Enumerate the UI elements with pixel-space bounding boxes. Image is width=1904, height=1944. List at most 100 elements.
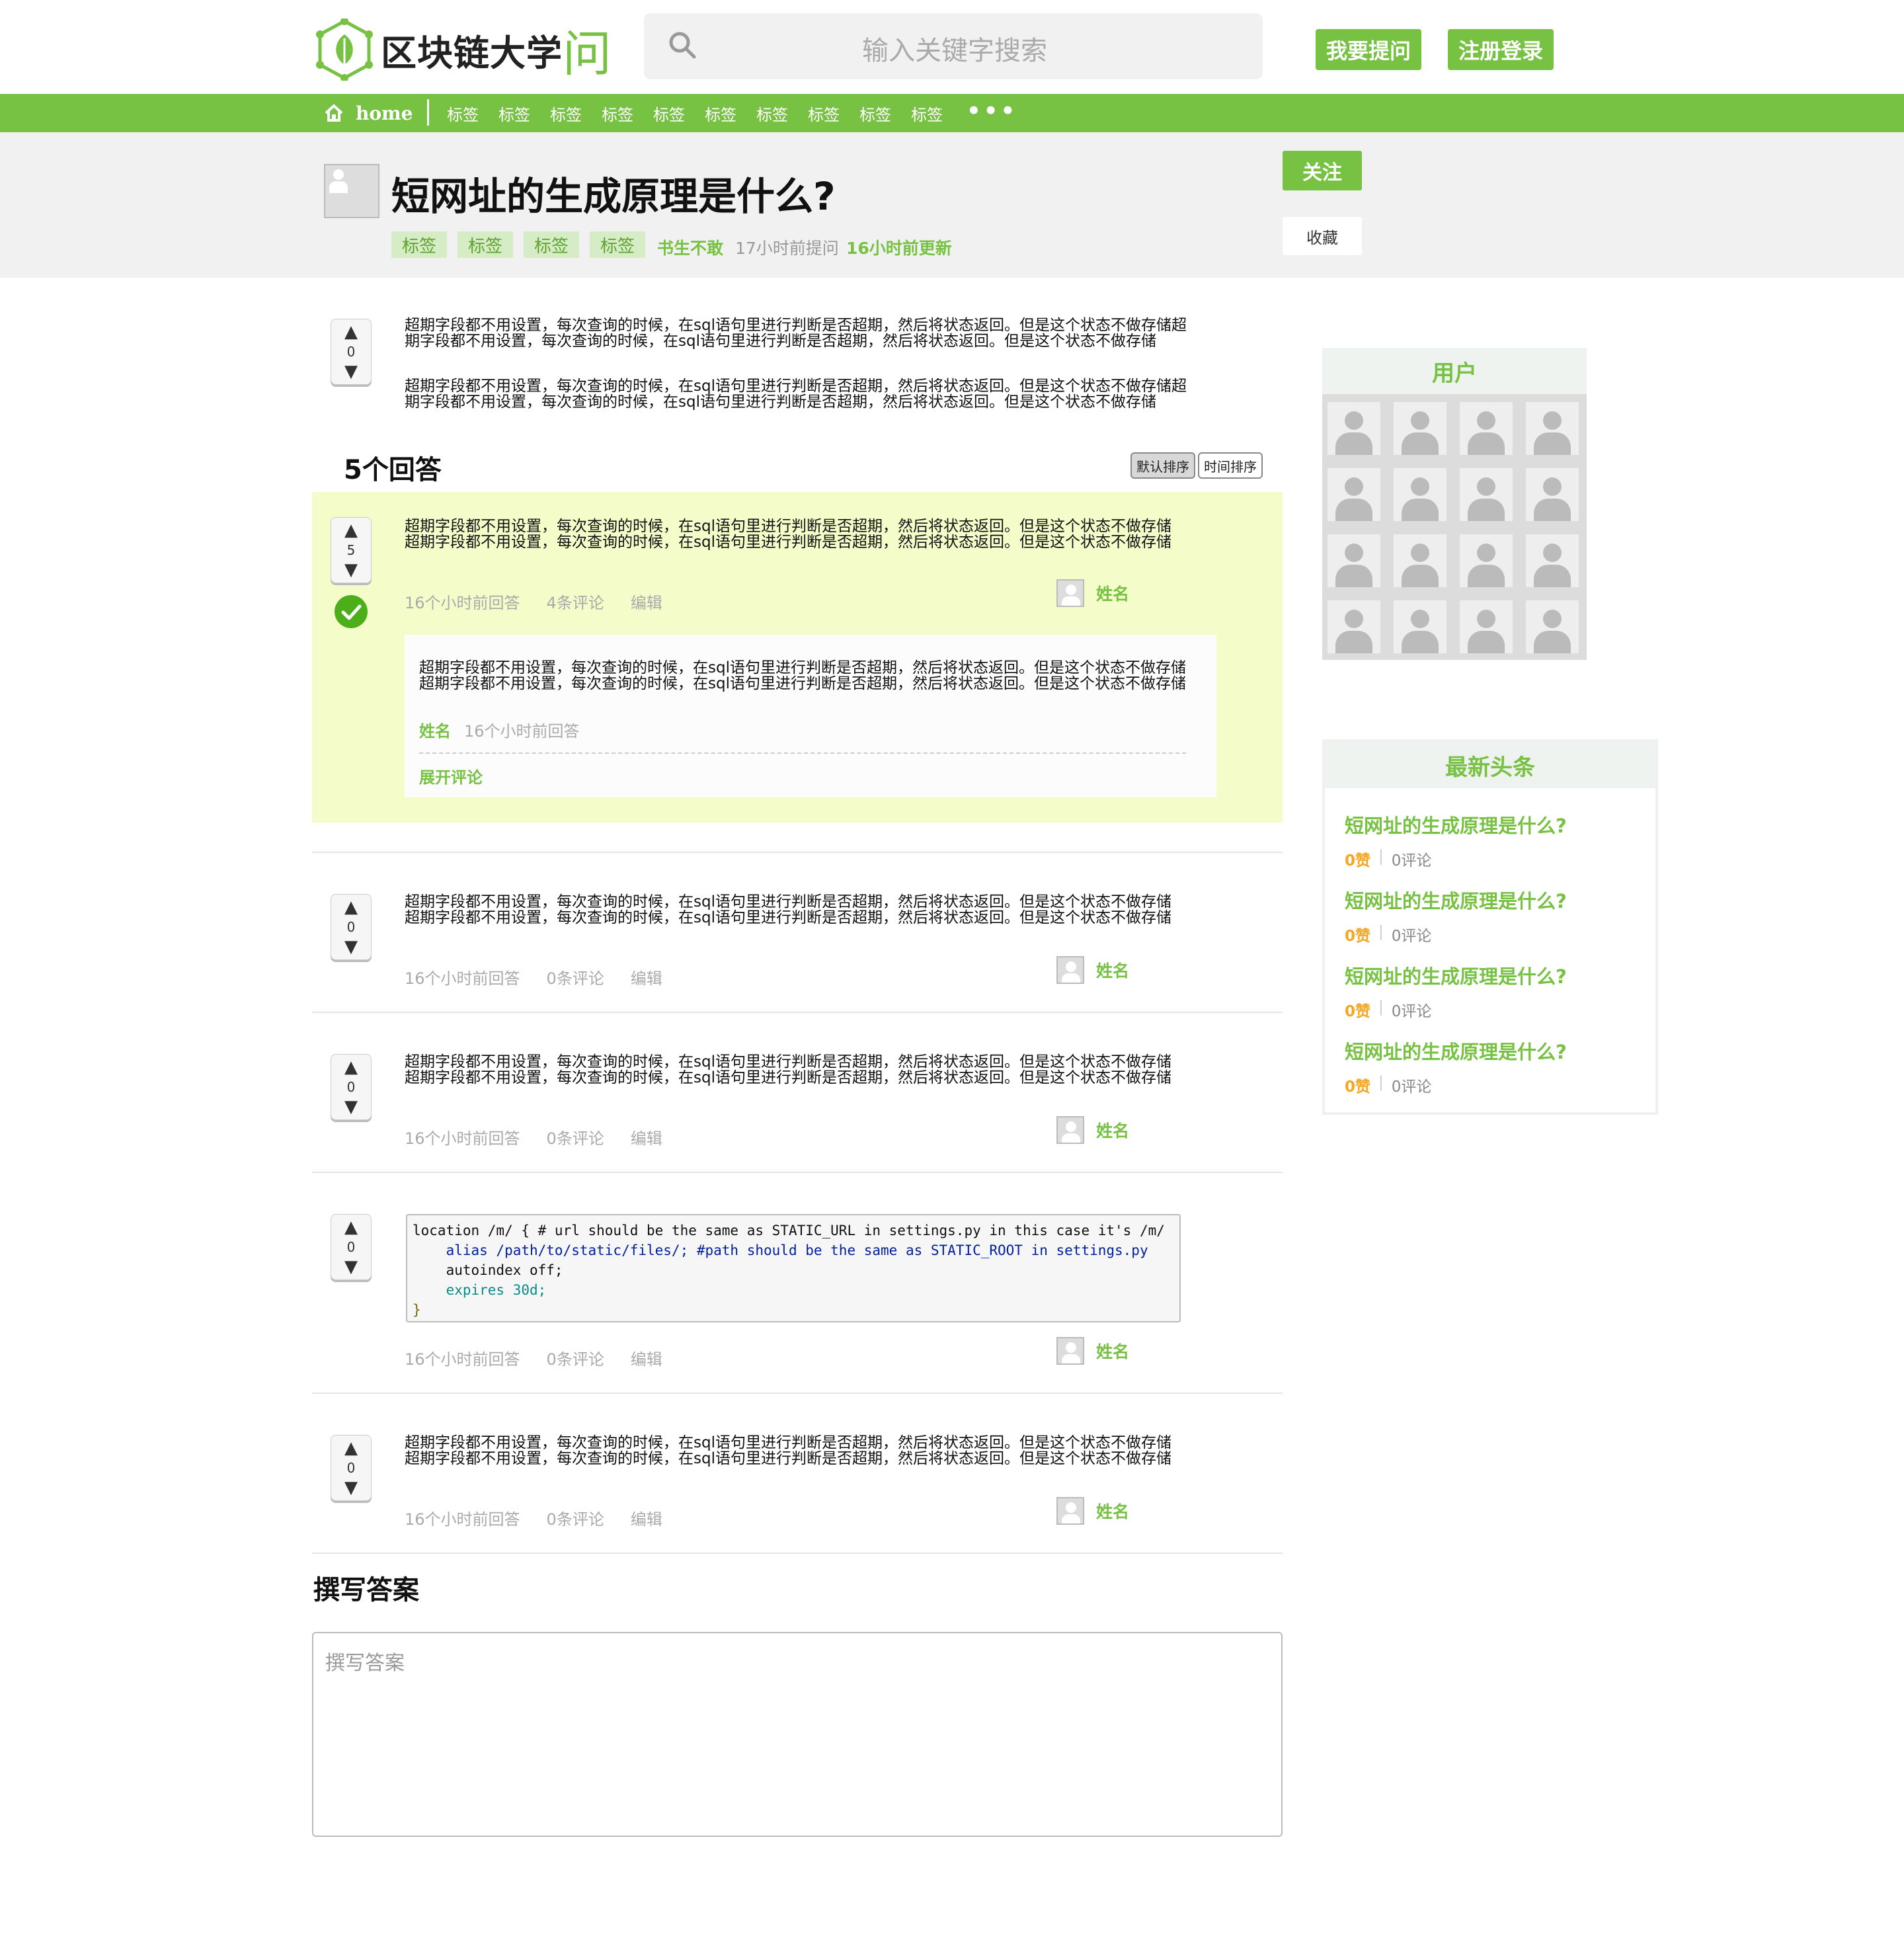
nav-tag[interactable]: 标签 [859, 102, 911, 125]
nav-tag[interactable]: 标签 [447, 102, 498, 125]
nav-tag[interactable]: 标签 [550, 102, 602, 125]
user-avatar[interactable] [1056, 1497, 1084, 1525]
user-avatar[interactable] [1526, 468, 1579, 521]
nav-divider [427, 99, 429, 126]
user-avatar[interactable] [1460, 600, 1513, 653]
user-avatar[interactable] [1394, 600, 1447, 653]
blockchain-logo-icon [316, 19, 373, 81]
user-avatar[interactable] [1328, 468, 1380, 521]
answer-user[interactable]: 姓名 [1056, 579, 1129, 607]
answer-user[interactable]: 姓名 [1056, 956, 1129, 984]
news-title-link[interactable]: 短网址的生成原理是什么? [1345, 1037, 1567, 1065]
downvote-icon[interactable]: ▼ [344, 1098, 358, 1115]
nav-home[interactable]: home [324, 94, 413, 132]
user-avatar[interactable] [1526, 534, 1579, 587]
asker-avatar[interactable] [324, 164, 379, 218]
search-input[interactable]: 输入关键字搜索 [644, 13, 1263, 79]
upvote-icon[interactable]: ▲ [344, 323, 358, 341]
question-tag[interactable]: 标签 [524, 231, 580, 258]
nav-tag[interactable]: 标签 [653, 102, 705, 125]
nav-more-button[interactable]: ••• [967, 98, 1017, 124]
upvote-icon[interactable]: ▲ [344, 899, 358, 916]
answer-comments-link[interactable]: 0条评论 [547, 1346, 604, 1369]
answer-divider [312, 1393, 1283, 1394]
answer-divider [312, 1012, 1283, 1013]
downvote-icon[interactable]: ▼ [344, 1258, 358, 1276]
user-avatar[interactable] [1328, 600, 1380, 653]
nav-tag[interactable]: 标签 [808, 102, 859, 125]
answer-user[interactable]: 姓名 [1056, 1116, 1129, 1144]
user-avatar[interactable] [1328, 534, 1380, 587]
answer-user[interactable]: 姓名 [1056, 1497, 1129, 1525]
user-name[interactable]: 姓名 [1096, 958, 1129, 982]
news-title-link[interactable]: 短网址的生成原理是什么? [1345, 886, 1567, 914]
answer-edit-link[interactable]: 编辑 [631, 1346, 662, 1369]
answer-comments-link[interactable]: 4条评论 [547, 590, 604, 613]
user-avatar[interactable] [1056, 956, 1084, 984]
upvote-icon[interactable]: ▲ [344, 522, 358, 539]
user-avatar[interactable] [1394, 468, 1447, 521]
search-icon[interactable] [668, 30, 697, 60]
news-likes: 0赞 [1345, 928, 1371, 945]
user-avatar[interactable] [1394, 402, 1447, 455]
question-tag[interactable]: 标签 [590, 231, 646, 258]
upvote-icon[interactable]: ▲ [344, 1439, 358, 1457]
follow-button[interactable]: 关注 [1283, 151, 1362, 190]
user-avatar[interactable] [1460, 468, 1513, 521]
expand-comments-link[interactable]: 展开评论 [419, 764, 483, 788]
question-author[interactable]: 书生不敢 [657, 235, 723, 259]
nav-tag[interactable]: 标签 [705, 102, 756, 125]
register-login-button[interactable]: 注册登录 [1448, 29, 1554, 70]
answer-edit-link[interactable]: 编辑 [631, 1506, 662, 1529]
answer-divider [312, 1553, 1283, 1554]
nav-tag[interactable]: 标签 [911, 102, 963, 125]
answer-edit-link[interactable]: 编辑 [631, 590, 662, 613]
answer-comments-link[interactable]: 0条评论 [547, 1125, 604, 1149]
sort-time-button[interactable]: 时间排序 [1198, 452, 1263, 479]
nav-tag[interactable]: 标签 [602, 102, 653, 125]
user-name[interactable]: 姓名 [1096, 581, 1129, 605]
user-name[interactable]: 姓名 [1096, 1499, 1129, 1523]
question-asked-time: 17小时前提问 [735, 239, 839, 258]
user-avatar[interactable] [1328, 402, 1380, 455]
nav-tag[interactable]: 标签 [498, 102, 550, 125]
news-meta: 0赞 | 0评论 [1345, 923, 1432, 945]
favorite-button[interactable]: 收藏 [1283, 217, 1362, 255]
user-avatar[interactable] [1526, 600, 1579, 653]
news-title-link[interactable]: 短网址的生成原理是什么? [1345, 961, 1567, 989]
question-tag[interactable]: 标签 [391, 231, 448, 258]
upvote-icon[interactable]: ▲ [344, 1219, 358, 1236]
comment-user[interactable]: 姓名 [419, 718, 451, 741]
downvote-icon[interactable]: ▼ [344, 561, 358, 579]
user-name[interactable]: 姓名 [1096, 1339, 1129, 1363]
site-logo[interactable]: 区块链大学 问 [316, 19, 620, 83]
user-avatar[interactable] [1056, 579, 1084, 607]
nav-tag[interactable]: 标签 [756, 102, 808, 125]
news-title-link[interactable]: 短网址的生成原理是什么? [1345, 811, 1567, 838]
answer-textarea[interactable] [312, 1632, 1283, 1837]
answer-user[interactable]: 姓名 [1056, 1337, 1129, 1365]
answer-comments-link[interactable]: 0条评论 [547, 1506, 604, 1529]
user-name[interactable]: 姓名 [1096, 1118, 1129, 1142]
code-block[interactable]: location /m/ { # url should be the same … [406, 1214, 1181, 1322]
answer-edit-link[interactable]: 编辑 [631, 965, 662, 989]
user-avatar[interactable] [1056, 1116, 1084, 1144]
answer-comments-link[interactable]: 0条评论 [547, 965, 604, 989]
comment-body: 超期字段都不用设置，每次查询的时候，在sql语句里进行判断是否超期，然后将状态返… [419, 659, 1186, 692]
answer-edit-link[interactable]: 编辑 [631, 1125, 662, 1149]
question-tag[interactable]: 标签 [457, 231, 514, 258]
sort-default-button[interactable]: 默认排序 [1130, 452, 1195, 479]
user-avatar[interactable] [1056, 1337, 1084, 1365]
downvote-icon[interactable]: ▼ [344, 1479, 358, 1496]
question-body-paragraph: 超期字段都不用设置，每次查询的时候，在sql语句里进行判断是否超期，然后将状态返… [405, 317, 1187, 350]
news-comments: 0评论 [1391, 1003, 1432, 1020]
user-avatar[interactable] [1460, 402, 1513, 455]
code-line: } [413, 1302, 421, 1318]
user-avatar[interactable] [1394, 534, 1447, 587]
user-avatar[interactable] [1526, 402, 1579, 455]
ask-question-button[interactable]: 我要提问 [1316, 29, 1421, 70]
downvote-icon[interactable]: ▼ [344, 938, 358, 955]
user-avatar[interactable] [1460, 534, 1513, 587]
downvote-icon[interactable]: ▼ [344, 363, 358, 380]
upvote-icon[interactable]: ▲ [344, 1059, 358, 1076]
